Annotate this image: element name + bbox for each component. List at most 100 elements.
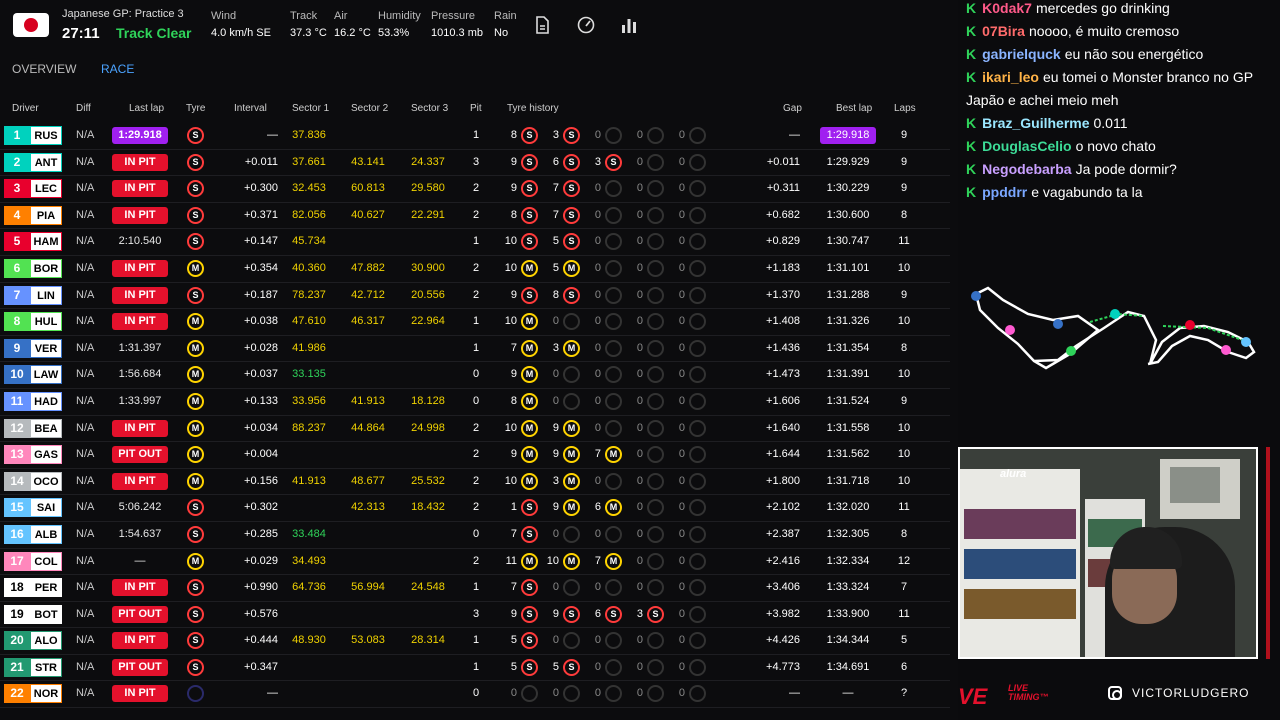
stint-tyre-empty-icon (647, 286, 664, 304)
stint-laps: 11 (505, 554, 517, 567)
col-diff[interactable]: Diff (76, 103, 91, 114)
bar-chart-icon[interactable] (620, 16, 638, 34)
table-row[interactable]: 20 ALO N/A IN PIT S +0.444 48.930 53.083 28.314 1… (0, 628, 950, 655)
tab-overview[interactable]: OVERVIEW (12, 62, 76, 76)
col-best-lap[interactable]: Best lap (836, 103, 872, 114)
table-row[interactable]: 12 BEA N/A IN PIT M +0.034 88.237 44.864 24.998 2… (0, 416, 950, 443)
document-icon[interactable] (533, 16, 551, 34)
col-gap[interactable]: Gap (783, 103, 802, 114)
sector-2: 60.813 (351, 182, 385, 195)
table-row[interactable]: 15 SAI N/A 5:06.242 S +0.302 42.313 18.432 2 1 S 9 M… (0, 495, 950, 522)
table-row[interactable]: 18 PER N/A IN PIT S +0.990 64.736 56.994 24.548 1… (0, 575, 950, 602)
car-marker (1241, 337, 1251, 347)
diff: N/A (76, 660, 95, 673)
table-row[interactable]: 9 VER N/A 1:31.397 M +0.028 41.986 1 7 M 3 M 0 0 0 +1.4… (0, 336, 950, 363)
stint-tyre-empty-icon (689, 206, 706, 224)
stint-tyre-empty-icon (563, 685, 580, 703)
col-tyre[interactable]: Tyre (186, 103, 205, 114)
stint-tyre-empty-icon (563, 632, 580, 650)
stint-tyre-soft-icon: S (521, 153, 538, 171)
stint-tyre-medium-icon: M (521, 339, 538, 357)
col-last-lap[interactable]: Last lap (129, 103, 164, 114)
table-row[interactable]: 10 LAW N/A 1:56.684 M +0.037 33.135 0 9 M 0 0 0 0 +1.4… (0, 362, 950, 389)
stint-tyre-empty-icon (605, 525, 622, 543)
sector-2: 42.712 (351, 288, 385, 301)
table-row[interactable]: 22 NOR N/A IN PIT — 0 0 0 0 0 0 — —? (0, 681, 950, 709)
app-root: Japanese GP: Practice 3 27:11 Track Clea… (0, 0, 1280, 720)
stint-tyre-medium-icon: M (563, 552, 580, 570)
col-sector-2[interactable]: Sector 2 (351, 103, 388, 114)
stint-laps: 0 (636, 288, 643, 301)
diff: N/A (76, 501, 95, 514)
chat-username[interactable]: 07Bira (982, 23, 1025, 39)
interval: — (267, 687, 278, 700)
stint-laps: 5 (510, 634, 517, 647)
social-handle: VICTORLUDGERO (1132, 686, 1250, 700)
gap: +2.416 (766, 554, 800, 567)
chat-username[interactable]: gabrielquck (982, 46, 1061, 62)
table-row[interactable]: 21 STR N/A PIT OUT S +0.347 1 5 S 5 S 0 0 0 +4.773 1:34… (0, 655, 950, 682)
car-marker (1221, 345, 1231, 355)
tyre-medium-icon: M (187, 552, 204, 570)
stint-tyre-empty-icon (689, 259, 706, 277)
last-lap: 5:06.242 (118, 501, 162, 514)
table-row[interactable]: 17 COL N/A — M +0.029 34.493 2 11 M 10 M 7 M 0 0 +2.416 1… (0, 549, 950, 576)
chat-username[interactable]: K0dak7 (982, 0, 1032, 16)
col-laps[interactable]: Laps (894, 103, 916, 114)
table-row[interactable]: 3 LEC N/A IN PIT S +0.300 32.453 60.813 29.580 2 9… (0, 176, 950, 203)
stint-laps: 9 (510, 288, 517, 301)
col-sector-1[interactable]: Sector 1 (292, 103, 329, 114)
chat-username[interactable]: ikari_leo (982, 69, 1039, 85)
position: 4 (4, 205, 30, 225)
col-tyre-history[interactable]: Tyre history (507, 103, 559, 114)
gap: +0.829 (766, 235, 800, 248)
stint-laps: 0 (636, 501, 643, 514)
chat-username[interactable]: Negodebarba (982, 161, 1071, 177)
stint-tyre-empty-icon (689, 313, 706, 331)
table-row[interactable]: 14 OCO N/A IN PIT M +0.156 41.913 48.677 25.532 2… (0, 469, 950, 496)
table-row[interactable]: 7 LIN N/A IN PIT S +0.187 78.237 42.712 20.556 2 9… (0, 283, 950, 310)
tab-race[interactable]: RACE (101, 62, 134, 76)
speedometer-icon[interactable] (577, 16, 595, 34)
table-row[interactable]: 2 ANT N/A IN PIT S +0.011 37.661 43.141 24.337 3 9… (0, 150, 950, 177)
table-row[interactable]: 1 RUS N/A 1:29.918 S —37.836 1 8 S 3 S 0 0 0—1:29.918… (0, 123, 950, 150)
table-row[interactable]: 6 BOR N/A IN PIT M +0.354 40.360 47.882 30.900 2 1… (0, 256, 950, 283)
stint-tyre-medium-icon: M (563, 339, 580, 357)
stint-laps: 0 (594, 527, 601, 540)
col-interval[interactable]: Interval (234, 103, 267, 114)
stint-tyre-medium-icon: M (521, 472, 538, 490)
stint-tyre-empty-icon (647, 153, 664, 171)
table-row[interactable]: 5 HAM N/A 2:10.540 S +0.147 45.734 1 10 S 5 S 0 0 0 +0.… (0, 229, 950, 256)
chat-username[interactable]: DouglasCelio (982, 138, 1071, 154)
last-lap-badge: IN PIT (112, 259, 168, 277)
sector-3: 30.900 (411, 261, 445, 274)
interval: +0.037 (244, 368, 278, 381)
driver-code: PIA (30, 205, 62, 225)
col-pit[interactable]: Pit (470, 103, 482, 114)
table-row[interactable]: 19 BOT N/A PIT OUT S +0.576 3 9 S 9 S 6 S 3 S 0 +3.982 1:… (0, 602, 950, 629)
stint-tyre-empty-icon (605, 339, 622, 357)
table-row[interactable]: 4 PIA N/A IN PIT S +0.371 82.056 40.627 22.291 2 8… (0, 203, 950, 230)
chat-username[interactable]: Braz_Guilherme (982, 115, 1089, 131)
table-row[interactable]: 13 GAS N/A PIT OUT M +0.004 2 9 M 9 M 7 M 0 0 +1.644 1:3… (0, 442, 950, 469)
stint-tyre-empty-icon (689, 366, 706, 384)
stint-laps: 0 (636, 554, 643, 567)
weather-label: Pressure (431, 10, 476, 22)
position: 14 (4, 471, 30, 491)
gap: +2.387 (766, 527, 800, 540)
position: 17 (4, 551, 30, 571)
table-row[interactable]: 11 HAD N/A 1:33.997 M +0.133 33.956 41.913 18.12… (0, 389, 950, 416)
chat-username[interactable]: ppddrr (982, 184, 1027, 200)
table-row[interactable]: 16 ALB N/A 1:54.637 S +0.285 33.484 0 7 S 0 0 0 0 +2.3… (0, 522, 950, 549)
position: 9 (4, 338, 30, 358)
stint-tyre-empty-icon (647, 632, 664, 650)
col-sector-3[interactable]: Sector 3 (411, 103, 448, 114)
weather-value: 4.0 km/h SE (211, 27, 271, 39)
best-lap: 1:31.562 (826, 448, 870, 461)
diff: N/A (76, 527, 95, 540)
best-lap: 1:34.691 (826, 660, 870, 673)
col-driver[interactable]: Driver (12, 103, 39, 114)
weather-value: 53.3% (378, 27, 410, 39)
table-row[interactable]: 8 HUL N/A IN PIT M +0.038 47.610 46.317 22.964 1 1… (0, 309, 950, 336)
position: 3 (4, 179, 30, 199)
